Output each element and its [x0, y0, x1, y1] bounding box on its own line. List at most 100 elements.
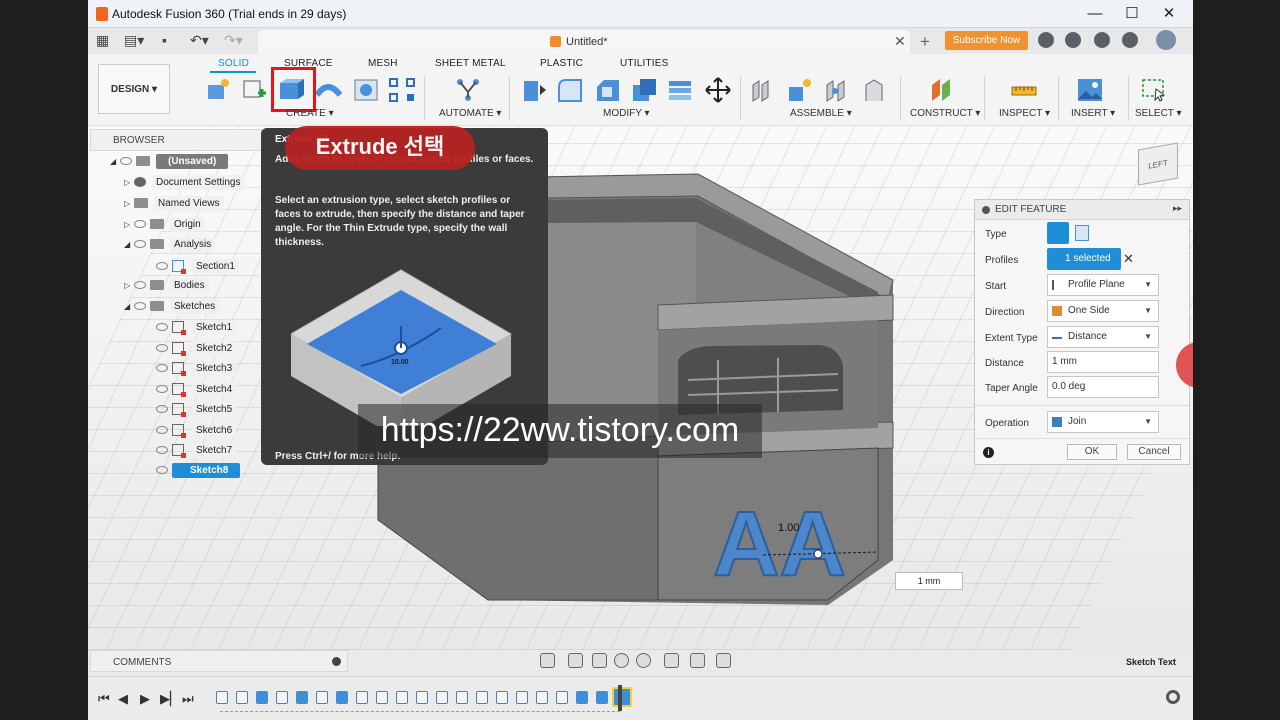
eye-icon[interactable]	[156, 446, 168, 454]
type-thin-extrude-button[interactable]	[1075, 225, 1089, 241]
notifications-icon[interactable]	[1094, 32, 1110, 48]
redo-icon[interactable]: ↷▾	[224, 32, 243, 49]
tab-utilities[interactable]: UTILITIES	[620, 58, 668, 69]
tree-item-named-views[interactable]: ▷ Named Views	[124, 196, 224, 216]
tree-item-origin[interactable]: ▷ Origin	[124, 217, 205, 237]
press-pull-icon[interactable]	[520, 77, 548, 103]
tree-item-document-settings[interactable]: ▷ Document Settings	[124, 175, 245, 195]
timeline-extrude-icon[interactable]	[256, 691, 268, 704]
tree-item-sketch[interactable]: Sketch7	[156, 442, 237, 462]
new-tab-icon[interactable]: +	[920, 32, 930, 52]
timeline-current-feature-icon[interactable]	[612, 687, 632, 707]
construct-menu[interactable]: CONSTRUCT ▾	[910, 108, 980, 119]
tree-item-sketch[interactable]: Sketch3	[156, 360, 237, 380]
user-avatar[interactable]	[1156, 30, 1176, 50]
pattern-icon[interactable]	[388, 77, 416, 103]
distance-input[interactable]: 1 mm	[1047, 351, 1159, 373]
create-sketch-icon[interactable]	[240, 77, 268, 103]
step-forward-icon[interactable]: ▶▏	[160, 691, 180, 707]
timeline-sketch-icon[interactable]	[476, 691, 488, 704]
eye-icon[interactable]	[156, 405, 168, 413]
shell-icon[interactable]	[630, 77, 658, 103]
select-menu[interactable]: SELECT ▾	[1135, 108, 1182, 119]
start-dropdown[interactable]: Profile Plane ▼	[1047, 274, 1159, 296]
direction-dropdown[interactable]: One Side ▼	[1047, 300, 1159, 322]
motion-link-icon[interactable]	[860, 77, 888, 103]
chamfer-icon[interactable]	[594, 77, 622, 103]
timeline-sketch-icon[interactable]	[496, 691, 508, 704]
minimize-button[interactable]: —	[1081, 4, 1109, 24]
tab-mesh[interactable]: MESH	[368, 58, 398, 69]
timeline-extrude-icon[interactable]	[596, 691, 608, 704]
eye-icon[interactable]	[134, 240, 146, 249]
viewports-icon[interactable]	[716, 653, 731, 668]
distance-manipulator-input[interactable]: 1 mm	[895, 572, 963, 590]
tree-item-analysis[interactable]: ◢ Analysis	[124, 237, 216, 257]
tab-solid[interactable]: SOLID	[218, 58, 249, 69]
eye-icon[interactable]	[156, 385, 168, 393]
tree-item-sketches[interactable]: ◢ Sketches	[124, 299, 220, 319]
combine-icon[interactable]	[666, 77, 694, 103]
type-extrude-button[interactable]	[1047, 222, 1069, 244]
insert-image-icon[interactable]	[1076, 77, 1104, 103]
embossed-text[interactable]: AA	[712, 492, 847, 596]
collapse-icon[interactable]	[982, 206, 990, 214]
job-status-icon[interactable]	[1065, 32, 1081, 48]
zoom-icon[interactable]	[614, 653, 629, 668]
pan-icon[interactable]	[592, 653, 607, 668]
close-tab-icon[interactable]: ✕	[894, 33, 906, 50]
tree-item-sketch[interactable]: Sketch4	[156, 381, 237, 401]
tab-plastic[interactable]: PLASTIC	[540, 58, 583, 69]
look-at-icon[interactable]	[568, 653, 583, 668]
timeline-sketch-icon[interactable]	[536, 691, 548, 704]
fillet-icon[interactable]	[556, 77, 584, 103]
assemble-menu[interactable]: ASSEMBLE ▾	[790, 108, 852, 119]
timeline-marker[interactable]	[618, 685, 622, 711]
grid-settings-icon[interactable]	[690, 653, 705, 668]
tab-sheet-metal[interactable]: SHEET METAL	[435, 58, 506, 69]
eye-icon[interactable]	[156, 262, 168, 270]
go-to-start-icon[interactable]: ⏮	[98, 691, 110, 707]
play-icon[interactable]: ▶	[140, 691, 150, 707]
eye-icon[interactable]	[134, 302, 146, 311]
undo-icon[interactable]: ↶▾	[190, 32, 209, 49]
workspace-design-button[interactable]: DESIGN ▾	[98, 64, 170, 114]
timeline-sketch-icon[interactable]	[356, 691, 368, 704]
info-icon[interactable]: i	[983, 447, 994, 458]
new-component-icon[interactable]	[204, 77, 232, 103]
help-icon[interactable]	[1122, 32, 1138, 48]
timeline-sketch-icon[interactable]	[316, 691, 328, 704]
eye-icon[interactable]	[156, 344, 168, 352]
timeline-sketch-icon[interactable]	[556, 691, 568, 704]
comments-panel[interactable]: COMMENTS	[90, 650, 348, 672]
viewcube[interactable]: LEFT	[1138, 142, 1178, 186]
joint-icon[interactable]	[786, 77, 814, 103]
tree-item-sketch-selected[interactable]: Sketch8	[156, 463, 241, 483]
timeline-sketch-icon[interactable]	[376, 691, 388, 704]
taper-angle-input[interactable]: 0.0 deg	[1047, 376, 1159, 398]
tree-item-sketch[interactable]: Sketch6	[156, 422, 237, 442]
timeline-sketch-icon[interactable]	[276, 691, 288, 704]
eye-icon[interactable]	[156, 426, 168, 434]
fit-icon[interactable]	[636, 653, 651, 668]
move-copy-icon[interactable]	[704, 77, 732, 103]
extensions-icon[interactable]	[1038, 32, 1054, 48]
subscribe-button[interactable]: Subscribe Now	[945, 31, 1028, 50]
timeline-sketch-icon[interactable]	[436, 691, 448, 704]
browser-header[interactable]: BROWSER	[90, 129, 262, 151]
orbit-icon[interactable]	[540, 653, 555, 668]
timeline-extrude-icon[interactable]	[296, 691, 308, 704]
eye-icon[interactable]	[120, 157, 132, 166]
offset-plane-icon[interactable]	[928, 77, 956, 103]
ok-button[interactable]: OK	[1067, 444, 1117, 460]
tree-item-sketch[interactable]: Sketch5	[156, 401, 237, 421]
timeline-extrude-icon[interactable]	[336, 691, 348, 704]
add-comment-icon[interactable]	[332, 657, 341, 666]
insert-menu[interactable]: INSERT ▾	[1071, 108, 1115, 119]
tree-item-section1[interactable]: Section1	[156, 258, 239, 278]
timeline-sketch-icon[interactable]	[516, 691, 528, 704]
measure-icon[interactable]	[1010, 77, 1038, 103]
eye-icon[interactable]	[156, 364, 168, 372]
automate-menu[interactable]: AUTOMATE ▾	[439, 108, 501, 119]
eye-icon[interactable]	[134, 281, 146, 290]
